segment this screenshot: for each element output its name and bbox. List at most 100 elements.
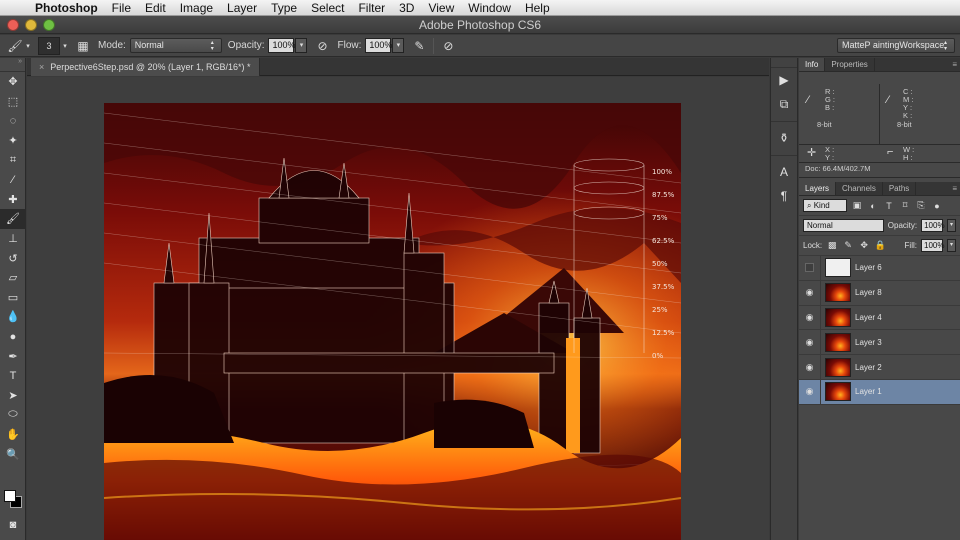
flow-slider-toggle[interactable]: ▾ [392, 38, 405, 53]
panel-menu-icon[interactable]: ≡ [952, 182, 957, 196]
pixel-filter-icon[interactable]: ▣ [851, 200, 863, 211]
dock-collapse[interactable] [771, 58, 797, 68]
layer-row[interactable]: Layer 6 [799, 256, 960, 281]
filter-toggle-icon[interactable]: ● [931, 201, 943, 211]
shape-filter-icon[interactable]: ⌑ [899, 200, 911, 211]
layer-row[interactable]: ◉ Layer 3 [799, 330, 960, 356]
layer-name[interactable]: Layer 6 [855, 263, 882, 272]
close-window-button[interactable] [7, 18, 19, 31]
smart-object-filter-icon[interactable]: ⎘ [915, 200, 927, 211]
menu-type[interactable]: Type [264, 0, 304, 16]
tab-properties[interactable]: Properties [825, 58, 875, 71]
lock-position-icon[interactable]: ✥ [858, 240, 870, 251]
ellipse-tool-icon[interactable]: ⬭ [0, 405, 26, 425]
menu-layer[interactable]: Layer [220, 0, 264, 16]
layer-thumbnail[interactable] [825, 382, 851, 402]
menu-file[interactable]: File [105, 0, 138, 16]
type-filter-icon[interactable]: T [883, 201, 895, 211]
blend-mode-dropdown[interactable]: Normal [803, 219, 884, 232]
zoom-window-button[interactable] [43, 18, 55, 31]
layer-row[interactable]: ◉ Layer 2 [799, 355, 960, 380]
healing-brush-tool-icon[interactable]: ✚ [0, 190, 26, 210]
gradient-tool-icon[interactable]: ▭ [0, 288, 26, 308]
marquee-tool-icon[interactable]: ⬚ [0, 92, 26, 112]
brush-tool-icon[interactable]: 🖌 [0, 209, 26, 229]
layer-row[interactable]: ◉ Layer 8 [799, 280, 960, 306]
layer-thumbnail[interactable] [825, 307, 851, 327]
menu-select[interactable]: Select [304, 0, 351, 16]
lock-transparent-icon[interactable]: ▩ [826, 240, 838, 251]
adjustment-filter-icon[interactable]: ◐ [867, 201, 879, 211]
eyedropper-tool-icon[interactable]: ⁄ [0, 170, 26, 190]
menu-3d[interactable]: 3D [392, 0, 421, 16]
workspace-dropdown[interactable]: MatteP aintingWorkspace [837, 38, 955, 53]
quick-mask-icon[interactable]: ◙ [0, 515, 26, 535]
document-canvas[interactable]: 100% 87.5% 75% 62.5% 50% 37.5% 25% 12.5%… [104, 103, 681, 540]
eye-icon[interactable]: ◉ [799, 305, 821, 330]
lasso-tool-icon[interactable]: ◌ [0, 111, 26, 131]
paragraph-panel-icon[interactable]: ¶ [771, 184, 797, 208]
filter-kind-dropdown[interactable]: ⌕ Kind [803, 199, 847, 212]
lock-all-icon[interactable]: 🔒 [874, 240, 886, 251]
tab-info[interactable]: Info [799, 58, 826, 71]
layer-thumbnail[interactable] [825, 357, 851, 377]
layer-name[interactable]: Layer 8 [855, 288, 882, 297]
mode-dropdown[interactable]: Normal [129, 38, 222, 53]
layer-row[interactable]: ◉ Layer 1 [799, 379, 960, 405]
crop-tool-icon[interactable]: ⌗ [0, 150, 26, 170]
type-tool-icon[interactable]: T [0, 366, 26, 386]
play-action-icon[interactable]: ▶ [771, 68, 797, 92]
layer-name[interactable]: Layer 3 [855, 338, 882, 347]
layer-name[interactable]: Layer 4 [855, 313, 882, 322]
eye-icon[interactable]: ◉ [799, 280, 821, 305]
layer-row[interactable]: ◉ Layer 4 [799, 305, 960, 331]
panel-menu-icon[interactable]: ≡ [952, 58, 957, 72]
blur-tool-icon[interactable]: 💧 [0, 307, 26, 327]
clone-stamp-tool-icon[interactable]: ⊥ [0, 229, 26, 249]
tools-panel-collapse[interactable]: » [0, 58, 25, 72]
brush-panel-toggle-icon[interactable]: ▦ [74, 38, 92, 54]
menu-image[interactable]: Image [173, 0, 220, 16]
layer-opacity-slider-toggle[interactable]: ▾ [947, 219, 956, 232]
menu-help[interactable]: Help [518, 0, 557, 16]
layer-thumbnail[interactable] [825, 283, 851, 303]
hidden-visibility-icon[interactable] [799, 256, 821, 280]
flow-field[interactable]: 100% [365, 38, 392, 53]
pressure-opacity-icon[interactable]: ⊘ [313, 38, 331, 54]
character-panel-icon[interactable]: A [771, 160, 797, 184]
minimize-window-button[interactable] [25, 18, 37, 31]
hand-tool-icon[interactable]: ✋ [0, 425, 26, 445]
fill-slider-toggle[interactable]: ▾ [947, 239, 956, 252]
lock-image-icon[interactable]: ✎ [842, 240, 854, 251]
foreground-color-swatch[interactable] [4, 490, 16, 502]
fill-field[interactable]: 100% [921, 239, 944, 252]
eye-icon[interactable]: ◉ [799, 355, 821, 379]
pen-tool-icon[interactable]: ✒ [0, 346, 26, 366]
menu-filter[interactable]: Filter [351, 0, 392, 16]
menu-edit[interactable]: Edit [138, 0, 173, 16]
opacity-field[interactable]: 100% [268, 38, 296, 53]
eye-icon[interactable]: ◉ [799, 330, 821, 355]
layer-opacity-field[interactable]: 100% [921, 219, 945, 232]
tab-paths[interactable]: Paths [883, 182, 917, 195]
eraser-tool-icon[interactable]: ▱ [0, 268, 26, 288]
layer-name[interactable]: Layer 1 [855, 387, 882, 396]
menu-app-name[interactable]: Photoshop [28, 0, 105, 16]
close-document-icon[interactable]: × [39, 58, 44, 76]
airbrush-icon[interactable]: ✎ [410, 38, 428, 54]
layer-thumbnail[interactable] [825, 332, 851, 352]
layer-name[interactable]: Layer 2 [855, 363, 882, 372]
brush-presets-icon[interactable]: ⚱ [771, 126, 797, 150]
zoom-tool-icon[interactable]: 🔍 [0, 444, 26, 464]
dodge-tool-icon[interactable]: ● [0, 327, 26, 347]
opacity-slider-toggle[interactable]: ▾ [295, 38, 308, 53]
menu-view[interactable]: View [421, 0, 461, 16]
tab-channels[interactable]: Channels [836, 182, 883, 195]
brush-tool-preset-icon[interactable]: 🖌 [6, 38, 24, 54]
tab-layers[interactable]: Layers [799, 182, 837, 195]
path-selection-tool-icon[interactable]: ➤ [0, 386, 26, 406]
pressure-size-icon[interactable]: ⊘ [439, 38, 457, 54]
history-brush-tool-icon[interactable]: ↺ [0, 248, 26, 268]
magic-wand-tool-icon[interactable]: ✦ [0, 131, 26, 151]
brush-size-picker[interactable]: 3 [38, 36, 60, 55]
